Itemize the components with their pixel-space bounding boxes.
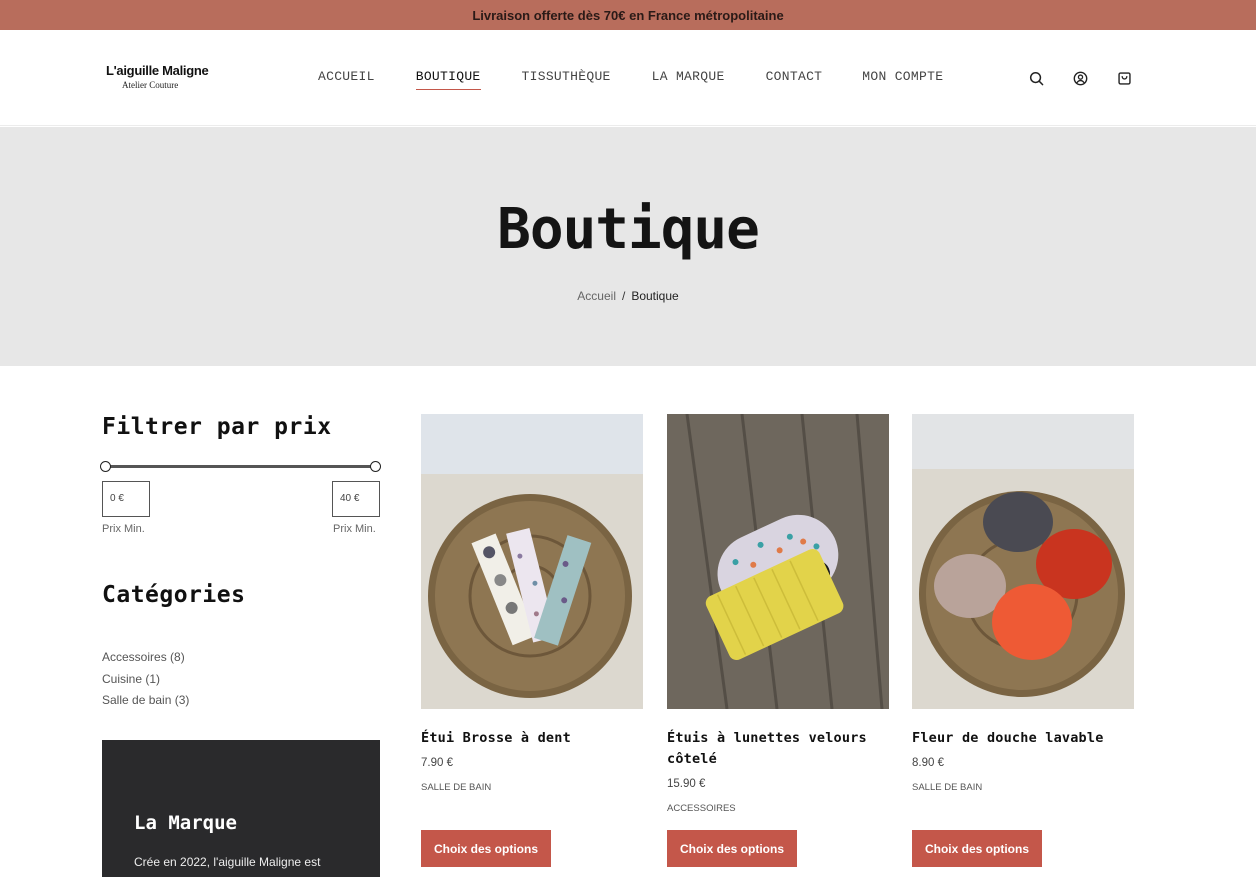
page-title: Boutique	[497, 197, 760, 262]
product-price: 15.90 €	[667, 778, 706, 790]
breadcrumb: Accueil / Boutique	[0, 289, 1256, 303]
brand-panel: La Marque Crée en 2022, l'aiguille Malig…	[102, 740, 380, 877]
brand-panel-title: La Marque	[134, 812, 237, 834]
product-name[interactable]: Étui Brosse à dent	[421, 728, 643, 749]
nav-item-boutique[interactable]: BOUTIQUE	[415, 69, 481, 90]
announcement-bar: Livraison offerte dès 70€ en France métr…	[0, 0, 1256, 30]
price-min-label: Prix Min.	[102, 523, 145, 535]
category-item-cuisine[interactable]: Cuisine (1)	[102, 669, 189, 691]
account-icon[interactable]	[1071, 69, 1089, 87]
nav-item-mon-compte[interactable]: MON COMPTE	[862, 69, 943, 90]
product-category[interactable]: SALLE DE BAIN	[421, 782, 643, 793]
announcement-text: Livraison offerte dès 70€ en France métr…	[472, 7, 784, 23]
category-item-salle-de-bain[interactable]: Salle de bain (3)	[102, 690, 189, 712]
category-item-accessoires[interactable]: Accessoires (8)	[102, 647, 189, 669]
product-image[interactable]	[667, 414, 889, 709]
product-image[interactable]	[912, 414, 1134, 709]
nav-item-la-marque[interactable]: LA MARQUE	[652, 69, 725, 90]
product-price: 7.90 €	[421, 757, 453, 769]
price-slider-track[interactable]	[106, 465, 376, 468]
breadcrumb-current: Boutique	[631, 289, 679, 303]
search-icon[interactable]	[1027, 69, 1045, 87]
site-logo[interactable]: L'aiguille Maligne Atelier Couture	[106, 63, 209, 90]
choose-options-button[interactable]: Choix des options	[912, 830, 1042, 867]
product-name[interactable]: Étuis à lunettes velours côtelé	[667, 728, 889, 770]
product-price: 8.90 €	[912, 757, 944, 769]
header-icons	[1027, 69, 1133, 87]
product-category[interactable]: SALLE DE BAIN	[912, 782, 1134, 793]
logo-subtitle: Atelier Couture	[122, 80, 179, 90]
nav-item-accueil[interactable]: ACCUEIL	[318, 69, 375, 90]
sidebar: Filtrer par prix 0 € 40 € Prix Min. Prix…	[100, 414, 381, 707]
price-slider-max-handle[interactable]	[370, 461, 381, 472]
main-nav: ACCUEIL BOUTIQUE TISSUTHÈQUE LA MARQUE C…	[318, 69, 943, 90]
price-max-label: Prix Min.	[333, 523, 376, 535]
page-hero: Boutique Accueil / Boutique	[0, 127, 1256, 366]
product-image[interactable]	[421, 414, 643, 709]
product-card: Étuis à lunettes velours côtelé 15.90 € …	[667, 414, 889, 867]
logo-title: L'aiguille Maligne	[106, 63, 209, 78]
product-card: Étui Brosse à dent 7.90 € SALLE DE BAIN …	[421, 414, 643, 867]
product-card: Fleur de douche lavable 8.90 € SALLE DE …	[912, 414, 1134, 867]
price-min-input[interactable]: 0 €	[102, 481, 150, 517]
brand-panel-text: Crée en 2022, l'aiguille Maligne est	[134, 855, 321, 869]
price-slider[interactable]	[100, 460, 381, 472]
choose-options-button[interactable]: Choix des options	[667, 830, 797, 867]
cart-icon[interactable]	[1115, 69, 1133, 87]
categories-title: Catégories	[102, 582, 246, 608]
breadcrumb-home[interactable]: Accueil	[577, 289, 616, 303]
product-category[interactable]: ACCESSOIRES	[667, 803, 889, 814]
nav-item-tissutheque[interactable]: TISSUTHÈQUE	[522, 69, 611, 90]
nav-item-contact[interactable]: CONTACT	[766, 69, 823, 90]
choose-options-button[interactable]: Choix des options	[421, 830, 551, 867]
product-name[interactable]: Fleur de douche lavable	[912, 728, 1134, 749]
price-slider-min-handle[interactable]	[100, 461, 111, 472]
site-header: L'aiguille Maligne Atelier Couture ACCUE…	[0, 30, 1256, 126]
price-max-input[interactable]: 40 €	[332, 481, 380, 517]
category-list: Accessoires (8) Cuisine (1) Salle de bai…	[102, 647, 189, 712]
breadcrumb-separator: /	[621, 289, 626, 303]
price-filter-title: Filtrer par prix	[102, 414, 332, 440]
